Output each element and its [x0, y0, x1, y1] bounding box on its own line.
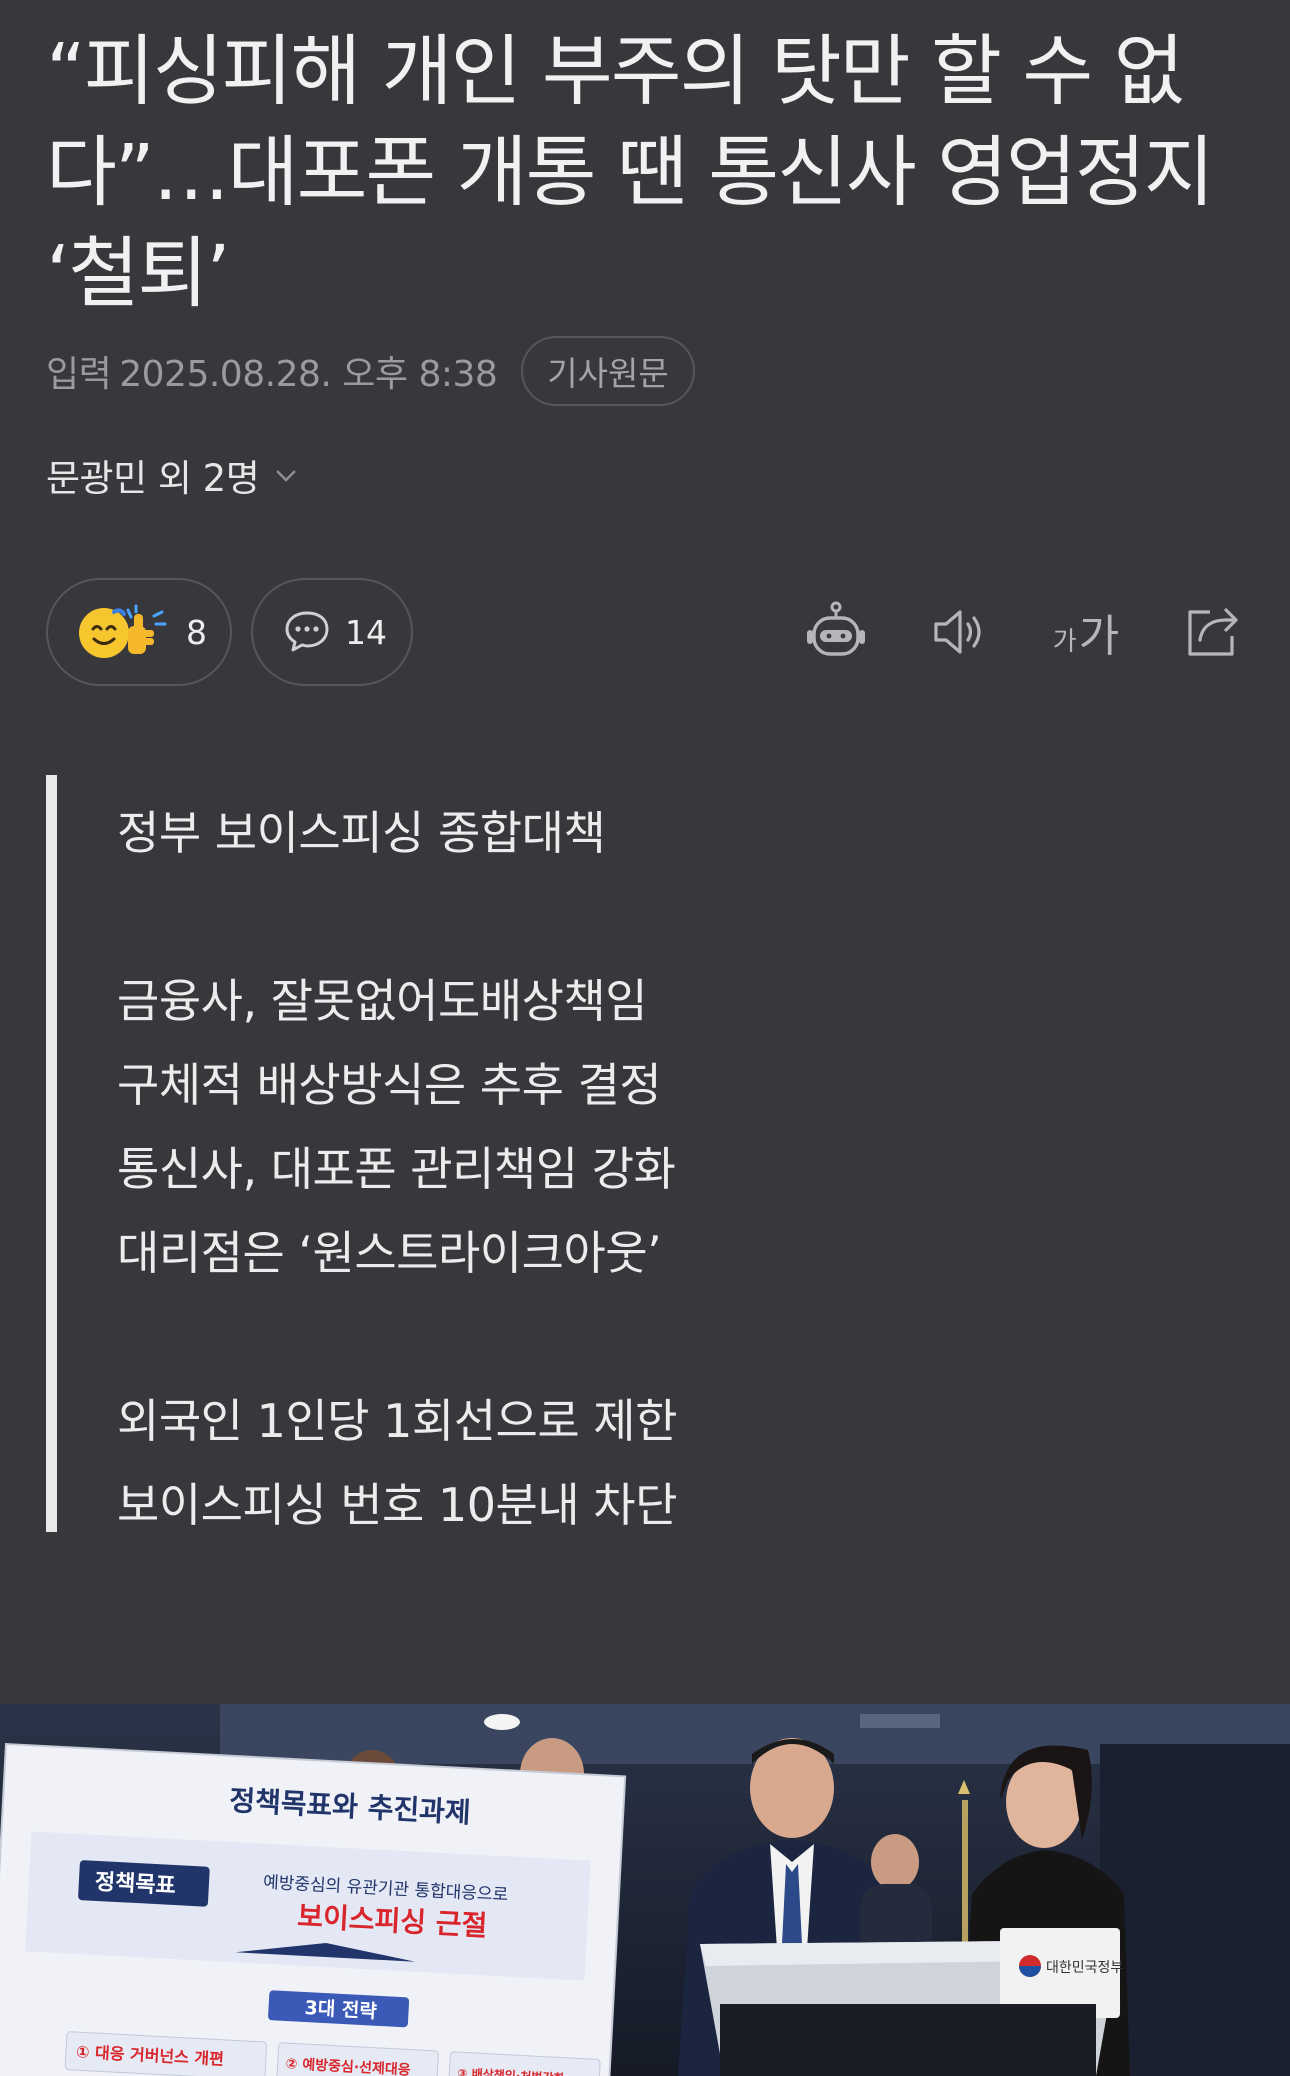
font-size-large-glyph: 가 — [1078, 612, 1120, 661]
summary-line-2: 금융사, 잘못없어도배상책임 — [117, 974, 648, 1028]
summary-line-1: 정부 보이스피싱 종합대책 — [117, 806, 606, 860]
article-meta: 입력 2025.08.28. 오후 8:38 기사원문 — [46, 336, 695, 406]
title-line-2: 다”…대포폰 개통 땐 통신사 영업정지 — [46, 129, 1215, 218]
share-button[interactable] — [1180, 600, 1244, 664]
summary-line-3: 구체적 배상방식은 추후 결정 — [117, 1058, 662, 1112]
comment-button[interactable]: 14 — [251, 578, 413, 686]
board-goal-label: 정책목표 — [94, 1870, 176, 1899]
publish-date-value: 2025.08.28. 오후 8:38 — [119, 354, 498, 395]
title-line-1: “피싱피해 개인 부주의 탓만 할 수 없 — [46, 28, 1185, 117]
comment-bubble-icon — [285, 611, 329, 652]
publish-date-label: 입력 — [46, 354, 112, 395]
reaction-button[interactable]: 8 — [46, 578, 232, 686]
ai-robot-icon — [807, 601, 865, 656]
reaction-count: 8 — [186, 612, 207, 652]
publish-date: 입력 2025.08.28. 오후 8:38 — [46, 345, 498, 397]
speaker-icon — [934, 610, 981, 654]
original-article-button[interactable]: 기사원문 — [521, 336, 695, 406]
share-icon — [1188, 608, 1238, 656]
chevron-down-icon — [276, 470, 297, 482]
summary-line-5: 대리점은 ‘원스트라이크아웃’ — [117, 1226, 662, 1280]
article-photo[interactable]: 대한민국정부 정책목표와 추진과제 정책목표 예방중심의 유관기관 통합대응으로… — [0, 1704, 1290, 2076]
board-strategy: 3대 전략 — [304, 1997, 378, 2023]
article-toolbar: 8 14 가가 — [46, 578, 1246, 686]
summary-line-7: 보이스피싱 번호 10분내 차단 — [117, 1478, 677, 1532]
title-line-3: ‘철퇴’ — [46, 230, 231, 319]
font-size-small-glyph: 가 — [1052, 626, 1077, 656]
ai-summary-button[interactable] — [804, 600, 868, 664]
article-title: “피싱피해 개인 부주의 탓만 할 수 없 다”…대포폰 개통 땐 통신사 영업… — [46, 22, 1246, 325]
summary-line-4: 통신사, 대포폰 관리책임 강화 — [117, 1142, 676, 1196]
authors-toggle[interactable]: 문광민 외 2명 — [46, 450, 299, 500]
podium-label: 대한민국정부 — [1046, 1960, 1123, 1976]
press-briefing-image: 대한민국정부 정책목표와 추진과제 정책목표 예방중심의 유관기관 통합대응으로… — [0, 1704, 1290, 2076]
comment-count: 14 — [345, 612, 387, 652]
reaction-emoji-icon — [79, 604, 167, 658]
authors-label: 문광민 외 2명 — [46, 457, 260, 500]
article-summary-quote: 정부 보이스피싱 종합대책 금융사, 잘못없어도배상책임 구체적 배상방식은 추… — [46, 775, 806, 1532]
tts-button[interactable] — [928, 600, 992, 664]
summary-line-6: 외국인 1인당 1회선으로 제한 — [117, 1394, 677, 1448]
font-size-button[interactable]: 가가 — [1046, 600, 1126, 664]
